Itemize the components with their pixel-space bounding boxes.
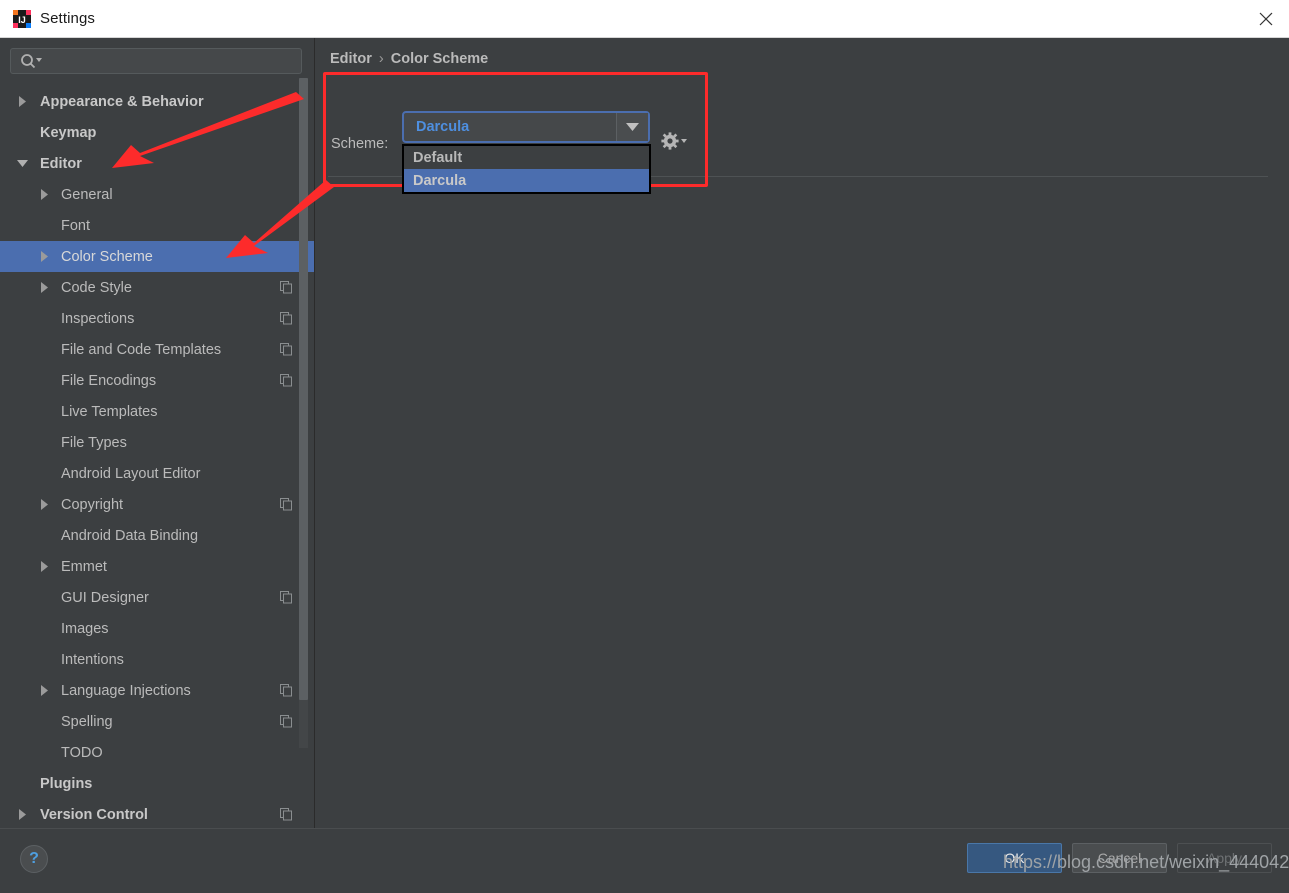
sidebar-item-android-layout-editor[interactable]: Android Layout Editor <box>0 458 314 489</box>
sidebar-item-font[interactable]: Font <box>0 210 314 241</box>
sidebar-item-file-and-code-templates[interactable]: File and Code Templates <box>0 334 314 365</box>
copy-icon <box>280 715 293 728</box>
copy-icon <box>280 808 293 821</box>
sidebar-item-file-types[interactable]: File Types <box>0 427 314 458</box>
chevron-right-icon[interactable] <box>36 497 52 513</box>
scheme-combobox-value: Darcula <box>416 119 470 135</box>
breadcrumb-current: Color Scheme <box>390 51 489 67</box>
sidebar-item-label: Version Control <box>40 806 148 823</box>
settings-window: IJ Settings Appearance & Behavior Keymap… <box>0 0 1289 893</box>
scheme-combobox[interactable]: Darcula <box>402 111 650 143</box>
sidebar-item-label: Font <box>61 217 91 234</box>
chevron-right-icon[interactable] <box>36 249 52 265</box>
sidebar-item-label: General <box>61 186 113 203</box>
sidebar-item-label: File and Code Templates <box>61 341 222 358</box>
sidebar-item-label: Color Scheme <box>61 248 153 265</box>
sidebar-item-file-encodings[interactable]: File Encodings <box>0 365 314 396</box>
breadcrumb: Editor › Color Scheme <box>330 51 488 67</box>
copy-icon <box>280 591 293 604</box>
sidebar-item-version-control[interactable]: Version Control <box>0 799 314 828</box>
breadcrumb-separator: › <box>378 51 384 67</box>
svg-text:IJ: IJ <box>18 15 26 25</box>
copy-icon <box>280 374 293 387</box>
sidebar-item-label: TODO <box>61 744 103 761</box>
sidebar-item-keymap[interactable]: Keymap <box>0 117 314 148</box>
sidebar-item-android-data-binding[interactable]: Android Data Binding <box>0 520 314 551</box>
sidebar-item-intentions[interactable]: Intentions <box>0 644 314 675</box>
search-input[interactable] <box>47 49 301 75</box>
sidebar-item-label: Copyright <box>61 496 124 513</box>
chevron-right-icon[interactable] <box>14 94 30 110</box>
settings-main-panel: Editor › Color Scheme Scheme: Darcula De… <box>316 38 1289 828</box>
sidebar-item-emmet[interactable]: Emmet <box>0 551 314 582</box>
copy-icon <box>280 343 293 356</box>
sidebar-item-color-scheme[interactable]: Color Scheme <box>0 241 314 272</box>
sidebar-item-label: Intentions <box>61 651 124 668</box>
close-icon[interactable] <box>1243 0 1289 37</box>
sidebar-item-language-injections[interactable]: Language Injections <box>0 675 314 706</box>
breadcrumb-parent[interactable]: Editor <box>330 51 372 67</box>
help-button[interactable]: ? <box>20 845 48 873</box>
sidebar-item-todo[interactable]: TODO <box>0 737 314 768</box>
sidebar-item-code-style[interactable]: Code Style <box>0 272 314 303</box>
watermark-text: https://blog.csdn.net/weixin_44404255 <box>1003 852 1289 872</box>
sidebar-item-editor[interactable]: Editor <box>0 148 314 179</box>
sidebar-item-copyright[interactable]: Copyright <box>0 489 314 520</box>
dropdown-option-default[interactable]: Default <box>404 146 649 169</box>
sidebar-item-label: Editor <box>40 155 82 172</box>
title-bar: IJ Settings <box>0 0 1289 38</box>
settings-content: Appearance & Behavior Keymap Editor General… <box>0 38 1289 828</box>
sidebar-item-label: Images <box>61 620 109 637</box>
chevron-right-icon[interactable] <box>36 559 52 575</box>
chevron-right-icon[interactable] <box>14 807 30 823</box>
dropdown-option-darcula[interactable]: Darcula <box>404 169 649 192</box>
sidebar-item-live-templates[interactable]: Live Templates <box>0 396 314 427</box>
search-icon[interactable] <box>19 53 45 70</box>
settings-sidebar: Appearance & Behavior Keymap Editor General… <box>0 38 315 828</box>
sidebar-item-label: Plugins <box>40 775 93 792</box>
intellij-idea-icon: IJ <box>13 10 31 28</box>
chevron-right-icon[interactable] <box>36 280 52 296</box>
sidebar-item-plugins[interactable]: Plugins <box>0 768 314 799</box>
sidebar-item-label: Language Injections <box>61 682 191 699</box>
sidebar-item-spelling[interactable]: Spelling <box>0 706 314 737</box>
sidebar-item-label: File Encodings <box>61 372 157 389</box>
copy-icon <box>280 281 293 294</box>
copy-icon <box>280 312 293 325</box>
chevron-right-icon[interactable] <box>36 187 52 203</box>
sidebar-item-label: File Types <box>61 434 127 451</box>
copy-icon <box>280 498 293 511</box>
search-field[interactable] <box>10 48 302 75</box>
chevron-down-icon[interactable] <box>14 156 30 172</box>
sidebar-item-images[interactable]: Images <box>0 613 314 644</box>
sidebar-item-label: Android Layout Editor <box>61 465 201 482</box>
gear-icon[interactable] <box>660 131 690 151</box>
sidebar-item-appearance-behavior[interactable]: Appearance & Behavior <box>0 86 314 117</box>
chevron-down-icon[interactable] <box>616 113 648 141</box>
sidebar-item-gui-designer[interactable]: GUI Designer <box>0 582 314 613</box>
sidebar-item-label: Keymap <box>40 124 97 141</box>
sidebar-item-label: Spelling <box>61 713 113 730</box>
scheme-label: Scheme: <box>331 136 389 152</box>
sidebar-item-label: Appearance & Behavior <box>40 93 204 110</box>
sidebar-item-label: Inspections <box>61 310 135 327</box>
settings-tree: Appearance & Behavior Keymap Editor General… <box>0 86 314 828</box>
sidebar-item-label: Android Data Binding <box>61 527 199 544</box>
chevron-right-icon[interactable] <box>36 683 52 699</box>
window-title: Settings <box>40 10 95 27</box>
sidebar-scrollbar-thumb[interactable] <box>299 78 308 700</box>
sidebar-item-label: Emmet <box>61 558 107 575</box>
sidebar-item-label: GUI Designer <box>61 589 149 606</box>
copy-icon <box>280 684 293 697</box>
scheme-dropdown-popup[interactable]: Default Darcula <box>402 144 651 194</box>
sidebar-item-label: Code Style <box>61 279 132 296</box>
sidebar-item-general[interactable]: General <box>0 179 314 210</box>
sidebar-item-inspections[interactable]: Inspections <box>0 303 314 334</box>
sidebar-item-label: Live Templates <box>61 403 158 420</box>
